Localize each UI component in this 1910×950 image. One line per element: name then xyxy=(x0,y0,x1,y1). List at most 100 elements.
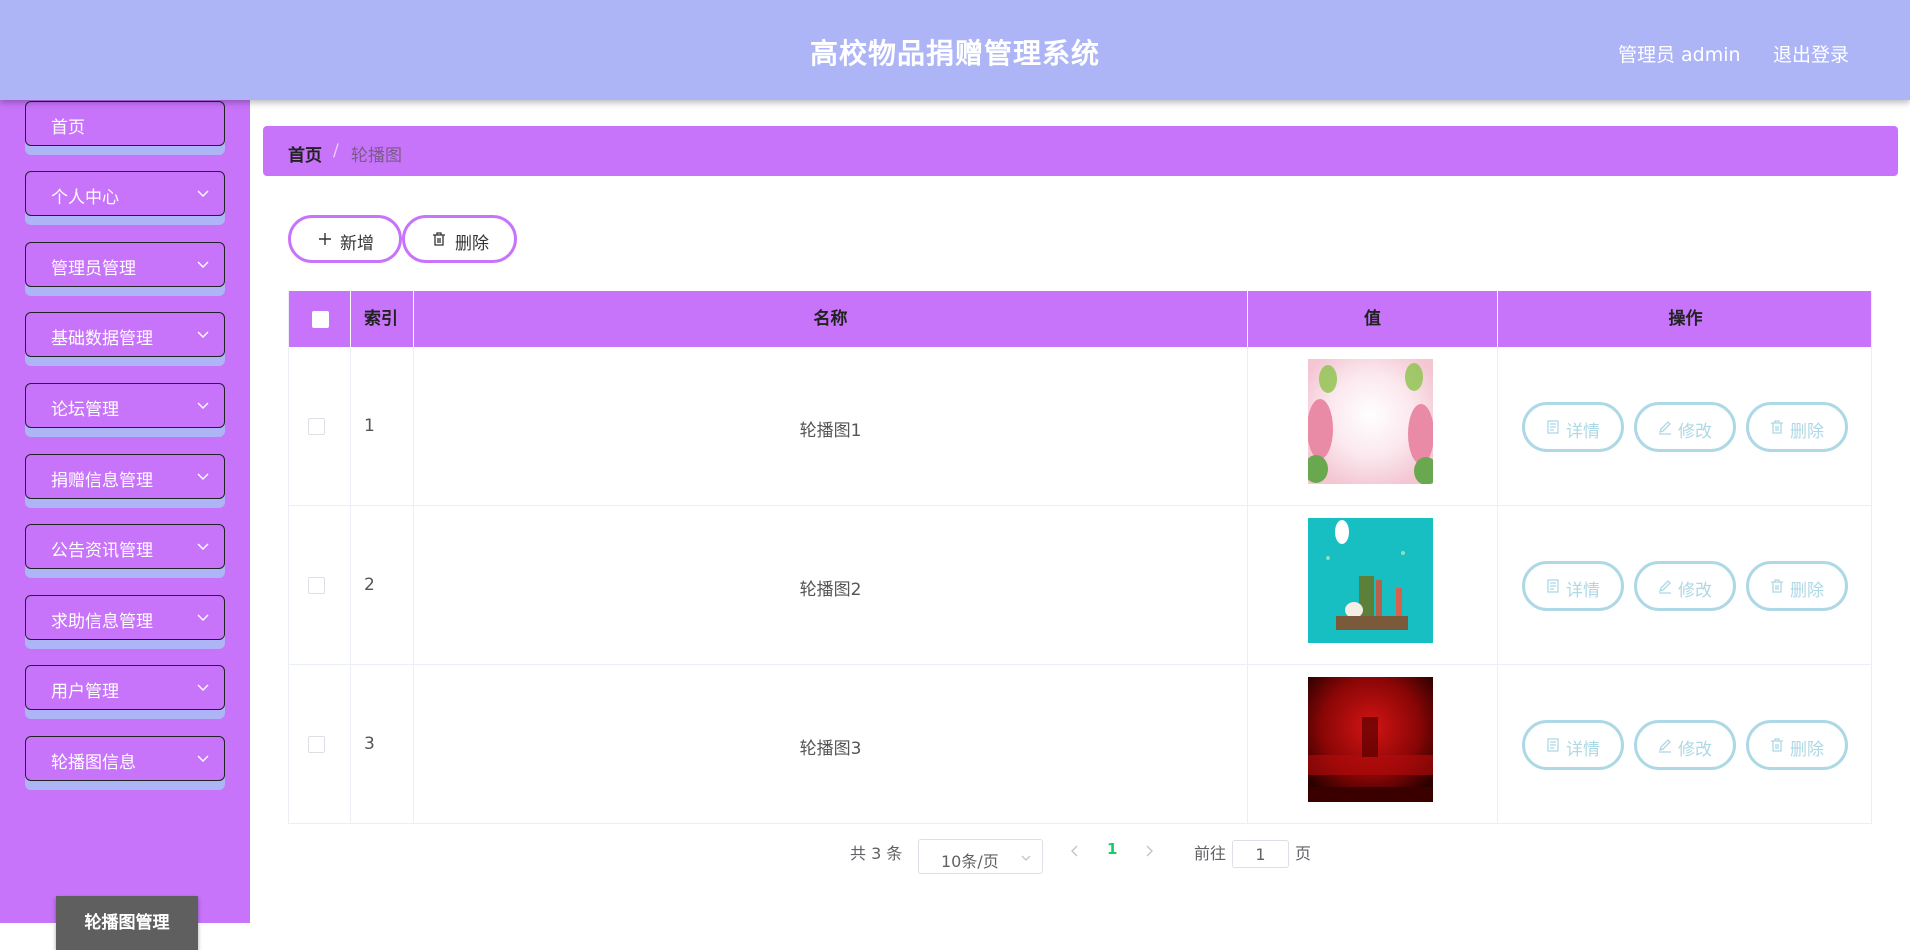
batch-delete-label: 删除 xyxy=(455,234,489,254)
sidebar-item-label: 管理员管理 xyxy=(51,259,136,279)
trash-icon xyxy=(433,232,445,246)
chevron-down-icon xyxy=(197,614,209,621)
row-actions-cell: 详情 修改 删除 xyxy=(1498,506,1873,665)
sidebar-item-label: 捐赠信息管理 xyxy=(51,471,153,491)
sidebar-item-9[interactable]: 轮播图信息 xyxy=(25,736,225,781)
row-detail-label: 详情 xyxy=(1566,581,1600,601)
sidebar-item-label: 基础数据管理 xyxy=(51,329,153,349)
row-checkbox[interactable] xyxy=(308,577,325,594)
row-value-cell xyxy=(1248,347,1498,506)
table-row: 3 轮播图3 详情 修改 删除 xyxy=(289,665,1871,824)
row-name-cell: 轮播图2 xyxy=(414,506,1248,665)
row-checkbox[interactable] xyxy=(308,418,325,435)
sidebar-item-0[interactable]: 首页 xyxy=(25,101,225,146)
sidebar-item-6[interactable]: 公告资讯管理 xyxy=(25,524,225,569)
row-detail-button[interactable]: 详情 xyxy=(1522,720,1624,770)
add-button-label: 新增 xyxy=(340,234,374,254)
row-edit-button[interactable]: 修改 xyxy=(1634,402,1736,452)
row-checkbox[interactable] xyxy=(308,736,325,753)
breadcrumb: 首页 / 轮播图 xyxy=(263,126,1898,176)
row-select-cell xyxy=(289,347,351,506)
sidebar-item-label: 轮播图信息 xyxy=(51,753,136,773)
row-delete-label: 删除 xyxy=(1790,422,1824,442)
row-detail-label: 详情 xyxy=(1566,422,1600,442)
trash-icon xyxy=(1771,579,1783,593)
header-value: 值 xyxy=(1248,291,1498,347)
sidebar-item-2[interactable]: 管理员管理 xyxy=(25,242,225,287)
chevron-down-icon xyxy=(197,755,209,762)
row-edit-button[interactable]: 修改 xyxy=(1634,720,1736,770)
plus-icon xyxy=(319,233,331,245)
document-icon xyxy=(1547,420,1559,434)
row-select-cell xyxy=(289,506,351,665)
pencil-icon xyxy=(1658,580,1671,594)
sidebar-item-4[interactable]: 论坛管理 xyxy=(25,383,225,428)
pagination-total: 共 3 条 xyxy=(850,844,903,863)
breadcrumb-home[interactable]: 首页 xyxy=(288,141,322,166)
header-select-cell xyxy=(289,291,351,347)
sidebar-item-7[interactable]: 求助信息管理 xyxy=(25,595,225,640)
sidebar-item-label: 求助信息管理 xyxy=(51,612,153,632)
next-page-icon[interactable] xyxy=(1143,844,1155,858)
row-delete-label: 删除 xyxy=(1790,740,1824,760)
row-index-cell: 3 xyxy=(351,665,414,824)
table-row: 2 轮播图2 详情 修改 删除 xyxy=(289,506,1871,665)
pencil-icon xyxy=(1658,739,1671,753)
sidebar-item-label: 用户管理 xyxy=(51,682,119,702)
breadcrumb-current: 轮播图 xyxy=(351,146,402,166)
sidebar-item-5[interactable]: 捐赠信息管理 xyxy=(25,454,225,499)
goto-page-input[interactable] xyxy=(1232,840,1289,868)
sidebar-item-label: 论坛管理 xyxy=(51,400,119,420)
select-all-checkbox[interactable] xyxy=(312,311,329,328)
chevron-down-icon xyxy=(1021,855,1031,861)
sidebar-item-1[interactable]: 个人中心 xyxy=(25,171,225,216)
pencil-icon xyxy=(1658,421,1671,435)
current-user: 管理员 admin xyxy=(1618,44,1741,66)
sidebar-item-label: 首页 xyxy=(51,118,85,138)
row-index-cell: 2 xyxy=(351,506,414,665)
row-actions-cell: 详情 修改 删除 xyxy=(1498,665,1873,824)
row-select-cell xyxy=(289,665,351,824)
sidebar-item-label: 个人中心 xyxy=(51,188,119,208)
row-name-cell: 轮播图3 xyxy=(414,665,1248,824)
chevron-down-icon xyxy=(197,331,209,338)
batch-delete-button[interactable]: 删除 xyxy=(402,215,517,263)
logout-link[interactable]: 退出登录 xyxy=(1773,40,1849,67)
row-detail-button[interactable]: 详情 xyxy=(1522,402,1624,452)
sidebar-item-8[interactable]: 用户管理 xyxy=(25,665,225,710)
row-delete-label: 删除 xyxy=(1790,581,1824,601)
banner-thumbnail[interactable] xyxy=(1308,677,1433,802)
row-edit-label: 修改 xyxy=(1678,740,1712,760)
row-edit-label: 修改 xyxy=(1678,422,1712,442)
add-button[interactable]: 新增 xyxy=(288,215,402,263)
chevron-down-icon xyxy=(197,684,209,691)
page-number-current[interactable]: 1 xyxy=(1107,840,1117,858)
row-name: 轮播图3 xyxy=(799,739,862,759)
banner-thumbnail[interactable] xyxy=(1308,518,1433,643)
page-suffix: 页 xyxy=(1295,844,1312,863)
chevron-down-icon xyxy=(197,473,209,480)
page-size-value: 10条/页 xyxy=(941,852,999,871)
row-edit-button[interactable]: 修改 xyxy=(1634,561,1736,611)
trash-icon xyxy=(1771,738,1783,752)
chevron-down-icon xyxy=(197,402,209,409)
row-delete-button[interactable]: 删除 xyxy=(1746,402,1848,452)
banner-table: 索引 名称 值 操作 1 轮播图1 详情 修改 删除 2 轮播图2 详情 修改 删除 3 轮播图3 详情… xyxy=(288,291,1872,824)
banner-thumbnail[interactable] xyxy=(1308,359,1433,484)
header-index: 索引 xyxy=(351,291,414,347)
table-row: 1 轮播图1 详情 修改 删除 xyxy=(289,347,1871,506)
page-size-select[interactable]: 10条/页 xyxy=(918,839,1043,874)
prev-page-icon[interactable] xyxy=(1069,844,1081,858)
sidebar-subitem-banner-management[interactable]: 轮播图管理 xyxy=(56,896,198,950)
document-icon xyxy=(1547,579,1559,593)
row-name: 轮播图1 xyxy=(799,421,862,441)
chevron-down-icon xyxy=(197,190,209,197)
row-detail-button[interactable]: 详情 xyxy=(1522,561,1624,611)
sidebar-item-3[interactable]: 基础数据管理 xyxy=(25,312,225,357)
row-delete-button[interactable]: 删除 xyxy=(1746,720,1848,770)
app-header: 高校物品捐赠管理系统 管理员 admin 退出登录 xyxy=(0,0,1910,100)
sidebar-item-label: 公告资讯管理 xyxy=(51,541,153,561)
header-name: 名称 xyxy=(414,291,1248,347)
table-header: 索引 名称 值 操作 xyxy=(289,291,1871,347)
row-delete-button[interactable]: 删除 xyxy=(1746,561,1848,611)
